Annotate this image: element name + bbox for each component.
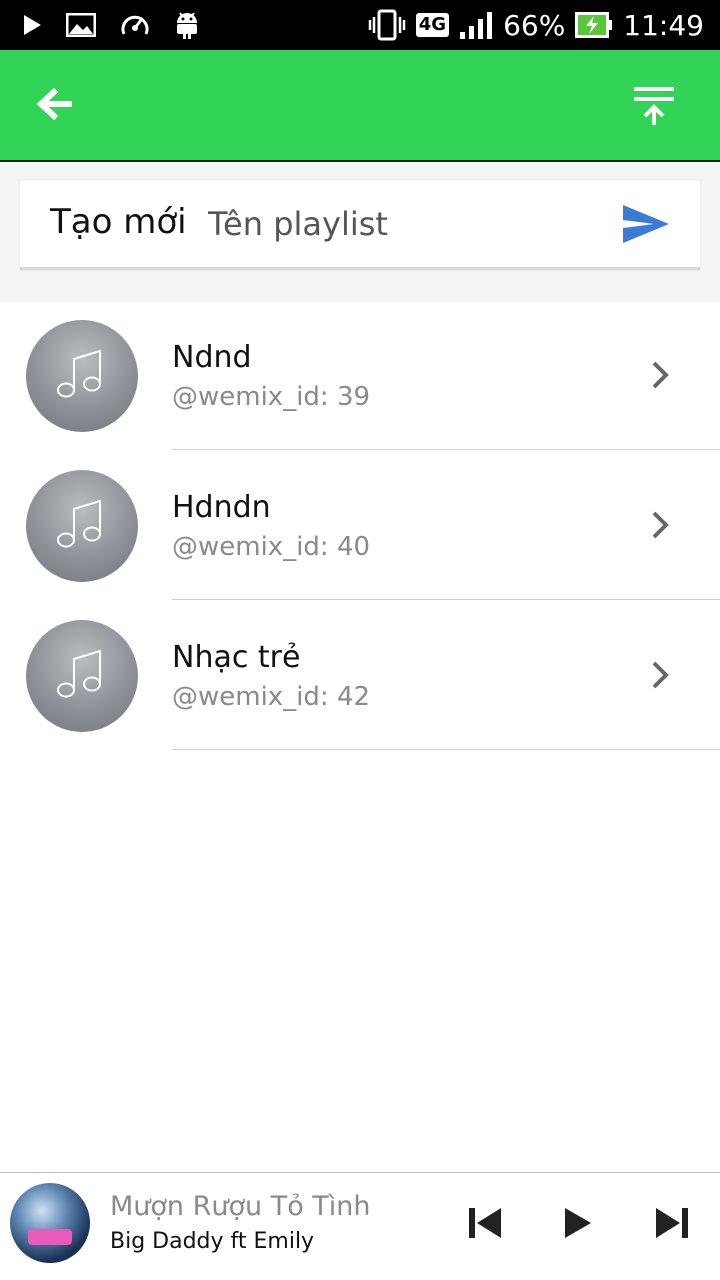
album-cover[interactable]: [10, 1183, 90, 1263]
now-playing-title: Mượn Rượu Tỏ Tình: [110, 1191, 371, 1222]
move-to-top-icon: [633, 85, 675, 131]
app-bar: [0, 50, 720, 160]
mini-player[interactable]: Mượn Rượu Tỏ Tình Big Daddy ft Emily: [0, 1172, 720, 1280]
playlist-avatar: [26, 320, 138, 432]
playlist-item[interactable]: Hdndn @wemix_id: 40: [0, 450, 720, 600]
chevron-right-icon: [646, 358, 674, 392]
next-button[interactable]: [650, 1203, 694, 1247]
skip-previous-icon: [468, 1207, 502, 1243]
playlist-title: Ndnd: [172, 340, 252, 375]
skip-next-icon: [655, 1207, 689, 1243]
music-note-icon: [55, 497, 109, 555]
playlist-item[interactable]: Ndnd @wemix_id: 39: [0, 300, 720, 450]
send-button[interactable]: [620, 202, 672, 250]
back-button[interactable]: [22, 78, 86, 134]
status-bar: 4G 66% 11:49: [0, 0, 720, 50]
cover-art-tag: [28, 1229, 72, 1245]
clock: 11:49: [623, 8, 704, 42]
play-icon: [564, 1207, 592, 1243]
playlist-id: @wemix_id: 40: [172, 532, 371, 562]
playlist-avatar: [26, 470, 138, 582]
arrow-left-icon: [36, 87, 73, 124]
create-playlist-card: Tạo mới: [20, 180, 700, 270]
playlist-item[interactable]: Nhạc trẻ @wemix_id: 42: [0, 600, 720, 750]
send-icon: [622, 204, 670, 248]
chevron-right-icon: [646, 658, 674, 692]
now-playing-artist: Big Daddy ft Emily: [110, 1229, 315, 1254]
music-note-icon: [55, 347, 109, 405]
playlist-id: @wemix_id: 42: [172, 682, 371, 712]
signal-icon: [459, 0, 493, 50]
android-icon: [174, 0, 200, 50]
create-label: Tạo mới: [50, 202, 187, 242]
playlist-title: Nhạc trẻ: [172, 640, 301, 675]
app-root: 4G 66% 11:49 Tạo mới Tên playlist Ndnd @…: [0, 0, 720, 1280]
create-playlist-section: Tạo mới: [0, 162, 720, 302]
playlist-name-input[interactable]: [208, 194, 608, 254]
playlist-list: Ndnd @wemix_id: 39 Hdndn @wemix_id: 40 N…: [0, 300, 720, 750]
music-note-icon: [55, 647, 109, 705]
chevron-right-icon: [646, 508, 674, 542]
play-button[interactable]: [556, 1203, 600, 1247]
list-divider: [172, 749, 720, 750]
speed-icon: [120, 0, 150, 50]
play-icon: [22, 0, 42, 50]
network-type: 4G: [415, 13, 450, 37]
playlist-title: Hdndn: [172, 490, 271, 525]
playlist-id: @wemix_id: 39: [172, 382, 371, 412]
network-indicator: 4G: [415, 0, 450, 50]
battery-percent: 66%: [503, 8, 566, 42]
move-to-top-button[interactable]: [624, 78, 684, 138]
previous-button[interactable]: [463, 1203, 507, 1247]
image-icon: [66, 0, 96, 50]
battery-charging-icon: [575, 0, 613, 50]
playlist-avatar: [26, 620, 138, 732]
vibrate-icon: [368, 0, 406, 50]
